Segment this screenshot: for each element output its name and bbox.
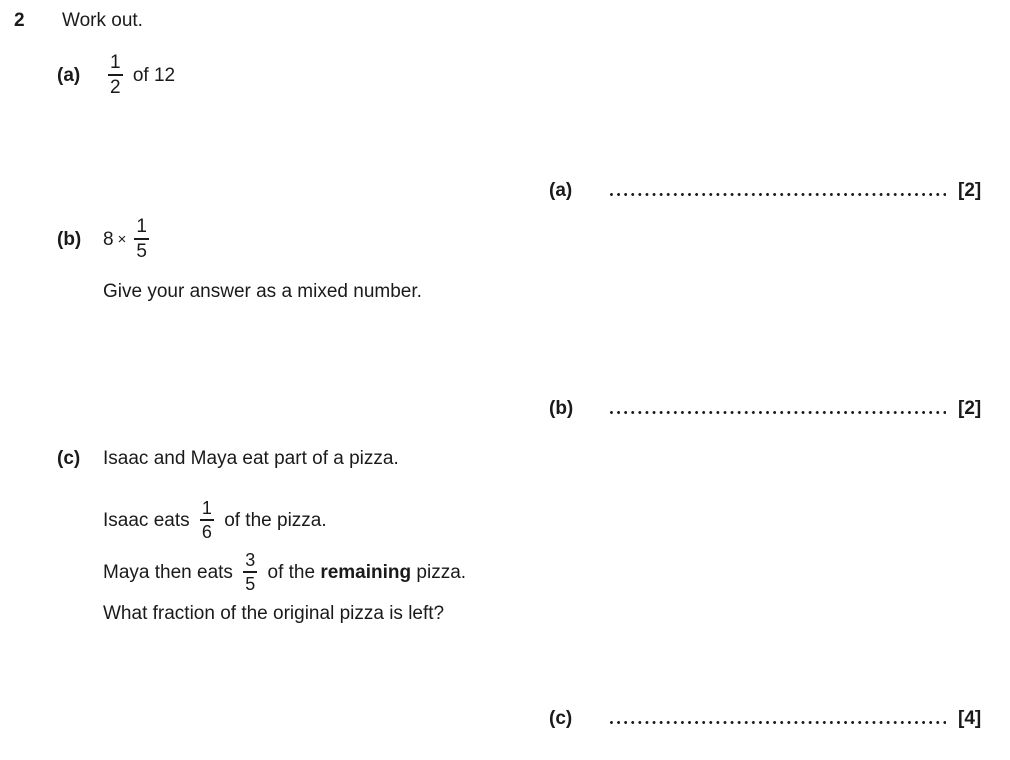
answer-label-b: (b) — [549, 398, 574, 419]
isaac-line-after: of the pizza. — [224, 510, 327, 532]
fraction-denominator: 6 — [201, 522, 212, 542]
part-a-expression: 1 2 of 12 — [103, 52, 176, 99]
marks-c: [4] — [958, 708, 982, 729]
marks-a: [2] — [958, 180, 982, 201]
answer-dotted-line-c[interactable] — [610, 709, 946, 729]
question-stem: Work out. — [62, 10, 143, 31]
part-b-expression: 8 × 1 5 — [103, 216, 154, 263]
part-b-label: (b) — [57, 229, 82, 250]
fraction-one-sixth: 1 6 — [199, 498, 214, 542]
maya-line-before: Maya then eats — [103, 562, 233, 584]
fraction-denominator: 5 — [136, 241, 147, 262]
maya-line-after-2: pizza. — [416, 562, 467, 584]
answer-row-a: (a) [2] — [549, 178, 1000, 204]
fraction-numerator: 1 — [201, 498, 212, 518]
multiplication-sign: × — [117, 231, 127, 249]
fraction-three-fifths: 3 5 — [243, 550, 258, 594]
answer-label-a: (a) — [549, 180, 573, 201]
part-c-label: (c) — [57, 448, 81, 469]
fraction-bar — [243, 571, 258, 573]
fraction-bar — [199, 519, 214, 521]
fraction-one-half: 1 2 — [108, 52, 123, 98]
part-b-leading-number: 8 — [103, 229, 114, 251]
part-b-instruction: Give your answer as a mixed number. — [103, 281, 422, 302]
part-a-label: (a) — [57, 65, 81, 86]
answer-label-c: (c) — [549, 708, 573, 729]
isaac-line-before: Isaac eats — [103, 510, 190, 532]
answer-row-c: (c) [4] — [549, 706, 1000, 732]
fraction-numerator: 1 — [110, 52, 121, 73]
fraction-denominator: 5 — [245, 574, 256, 594]
exam-question-page: 2 Work out. (a) 1 2 of 12 (a) [2] (b) 8 ×… — [0, 0, 1010, 760]
answer-dotted-line-a[interactable] — [610, 181, 946, 201]
fraction-numerator: 1 — [136, 216, 147, 237]
fraction-bar — [108, 74, 123, 76]
part-c-maya-line: Maya then eats 3 5 of the remaining pizz… — [103, 550, 467, 595]
answer-dotted-line-b[interactable] — [610, 399, 946, 419]
part-c-isaac-line: Isaac eats 1 6 of the pizza. — [103, 498, 327, 543]
answer-row-b: (b) [2] — [549, 396, 1000, 422]
fraction-one-fifth: 1 5 — [134, 216, 149, 262]
part-c-intro: Isaac and Maya eat part of a pizza. — [103, 448, 399, 469]
part-a-trailing-text: of 12 — [132, 65, 176, 87]
fraction-bar — [134, 238, 149, 240]
marks-b: [2] — [958, 398, 982, 419]
question-number: 2 — [14, 10, 25, 31]
maya-line-after-1: of the — [267, 562, 316, 584]
part-c-question: What fraction of the original pizza is l… — [103, 603, 445, 624]
maya-line-emphasis: remaining — [320, 562, 412, 584]
fraction-numerator: 3 — [245, 550, 256, 570]
fraction-denominator: 2 — [110, 77, 121, 98]
